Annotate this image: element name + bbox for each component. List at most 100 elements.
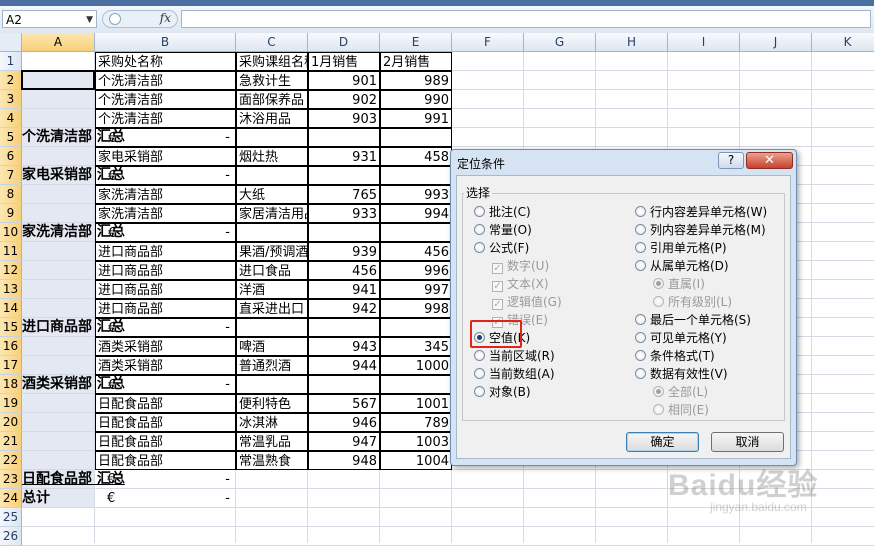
row-header-22[interactable]: 22: [0, 451, 22, 470]
cell-jan-sales[interactable]: 947: [308, 432, 380, 451]
row-header-5[interactable]: 5: [0, 128, 22, 147]
cell-dept-name[interactable]: 进口商品部: [95, 299, 236, 318]
cell-feb-sales[interactable]: 989: [380, 71, 452, 90]
row-header-16[interactable]: 16: [0, 337, 22, 356]
cell-dept-name[interactable]: 家洗清洁部: [95, 185, 236, 204]
cell-jan-sales[interactable]: 901: [308, 71, 380, 90]
cell-feb-sales[interactable]: 994: [380, 204, 452, 223]
row-header-11[interactable]: 11: [0, 242, 22, 261]
column-header-h[interactable]: H: [596, 33, 668, 52]
cell-jan-sales[interactable]: 946: [308, 413, 380, 432]
radio-icon[interactable]: [474, 224, 485, 235]
option-right-1[interactable]: 列内容差异单元格(M): [635, 223, 766, 237]
cell-dept-name[interactable]: 家洗清洁部: [95, 204, 236, 223]
radio-icon[interactable]: [635, 260, 646, 271]
cell-group-name[interactable]: 沐浴用品: [236, 109, 308, 128]
option-right-8[interactable]: 条件格式(T): [635, 349, 715, 363]
column-header-e[interactable]: E: [380, 33, 452, 52]
radio-icon[interactable]: [635, 206, 646, 217]
cell-jan-sales[interactable]: 943: [308, 337, 380, 356]
cell-feb-sales[interactable]: 1004: [380, 451, 452, 470]
radio-icon[interactable]: [635, 242, 646, 253]
cell-group-name[interactable]: 大纸: [236, 185, 308, 204]
option-right-2[interactable]: 引用单元格(P): [635, 241, 727, 255]
cell-feb-sales[interactable]: 996: [380, 261, 452, 280]
cell-subtotal-label[interactable]: 进口商品部 汇总: [22, 318, 125, 337]
cell-subtotal-empty[interactable]: [308, 375, 380, 394]
cell-group-name[interactable]: 急救计生: [236, 71, 308, 90]
cell-jan-sales[interactable]: 931: [308, 147, 380, 166]
cell-dept-name[interactable]: 进口商品部: [95, 261, 236, 280]
column-header-g[interactable]: G: [524, 33, 596, 52]
radio-icon[interactable]: [474, 206, 485, 217]
column-header-c[interactable]: C: [236, 33, 308, 52]
cell-subtotal-empty[interactable]: [308, 223, 380, 242]
cell-subtotal-value[interactable]: -: [95, 489, 236, 508]
row-header-18[interactable]: 18: [0, 375, 22, 394]
cell-feb-sales[interactable]: 789: [380, 413, 452, 432]
cell-subtotal-empty[interactable]: [236, 223, 308, 242]
cell-subtotal-label[interactable]: 日配食品部 汇总: [22, 470, 125, 489]
column-header-a[interactable]: A: [22, 33, 95, 52]
header-jan-sales[interactable]: 1月销售: [308, 52, 380, 71]
row-header-6[interactable]: 6: [0, 147, 22, 166]
cell-feb-sales[interactable]: 458: [380, 147, 452, 166]
cell-subtotal-value[interactable]: -: [95, 375, 236, 394]
row-header-10[interactable]: 10: [0, 223, 22, 242]
option-right-6[interactable]: 最后一个单元格(S): [635, 313, 751, 327]
radio-icon[interactable]: [474, 350, 485, 361]
row-header-13[interactable]: 13: [0, 280, 22, 299]
option-left-10[interactable]: 对象(B): [474, 385, 531, 399]
cell-group-name[interactable]: 烟灶热: [236, 147, 308, 166]
cell-jan-sales[interactable]: 939: [308, 242, 380, 261]
cell-feb-sales[interactable]: 998: [380, 299, 452, 318]
cell-jan-sales[interactable]: 933: [308, 204, 380, 223]
column-header-k[interactable]: K: [812, 33, 874, 52]
cell-subtotal-value[interactable]: -: [95, 223, 236, 242]
row-header-7[interactable]: 7: [0, 166, 22, 185]
cell-subtotal-value[interactable]: -: [95, 318, 236, 337]
cell-jan-sales[interactable]: 948: [308, 451, 380, 470]
option-right-7[interactable]: 可见单元格(Y): [635, 331, 727, 345]
option-left-8[interactable]: 当前区域(R): [474, 349, 555, 363]
cell-subtotal-empty[interactable]: [380, 166, 452, 185]
help-button[interactable]: ?: [718, 152, 744, 169]
cell-jan-sales[interactable]: 942: [308, 299, 380, 318]
cell-feb-sales[interactable]: 1000: [380, 356, 452, 375]
option-left-0[interactable]: 批注(C): [474, 205, 531, 219]
cell-group-name[interactable]: 常温乳品: [236, 432, 308, 451]
cell-dept-name[interactable]: 日配食品部: [95, 394, 236, 413]
cell-subtotal-label[interactable]: 个洗清洁部 汇总: [22, 128, 125, 147]
expand-handle-icon[interactable]: [109, 13, 121, 25]
cell-group-name[interactable]: 直采进出口: [236, 299, 308, 318]
row-header-14[interactable]: 14: [0, 299, 22, 318]
cell-subtotal-label[interactable]: 酒类采销部 汇总: [22, 375, 125, 394]
radio-icon[interactable]: [474, 386, 485, 397]
cell-dept-name[interactable]: 进口商品部: [95, 280, 236, 299]
radio-icon[interactable]: [474, 242, 485, 253]
cell-dept-name[interactable]: 日配食品部: [95, 432, 236, 451]
cell-feb-sales[interactable]: 991: [380, 109, 452, 128]
cell-subtotal-empty[interactable]: [380, 223, 452, 242]
cell-group-name[interactable]: 进口食品: [236, 261, 308, 280]
cell-group-name[interactable]: 便利特色: [236, 394, 308, 413]
cell-feb-sales[interactable]: 345: [380, 337, 452, 356]
row-header-8[interactable]: 8: [0, 185, 22, 204]
cell-subtotal-empty[interactable]: [308, 128, 380, 147]
name-box[interactable]: A2 ▼: [2, 10, 97, 28]
cell-dept-name[interactable]: 个洗清洁部: [95, 109, 236, 128]
option-left-2[interactable]: 公式(F): [474, 241, 529, 255]
cell-group-name[interactable]: 果酒/预调酒: [236, 242, 308, 261]
cell-jan-sales[interactable]: 456: [308, 261, 380, 280]
cell-subtotal-label[interactable]: 家洗清洁部 汇总: [22, 223, 125, 242]
cell-jan-sales[interactable]: 567: [308, 394, 380, 413]
column-header-f[interactable]: F: [452, 33, 524, 52]
option-right-9[interactable]: 数据有效性(V): [635, 367, 728, 381]
radio-icon[interactable]: [635, 332, 646, 343]
cell-subtotal-empty[interactable]: [308, 318, 380, 337]
cell-dept-name[interactable]: 日配食品部: [95, 451, 236, 470]
radio-icon[interactable]: [635, 224, 646, 235]
chevron-down-icon[interactable]: ▼: [86, 11, 93, 29]
cell-dept-name[interactable]: 个洗清洁部: [95, 90, 236, 109]
radio-icon[interactable]: [635, 350, 646, 361]
